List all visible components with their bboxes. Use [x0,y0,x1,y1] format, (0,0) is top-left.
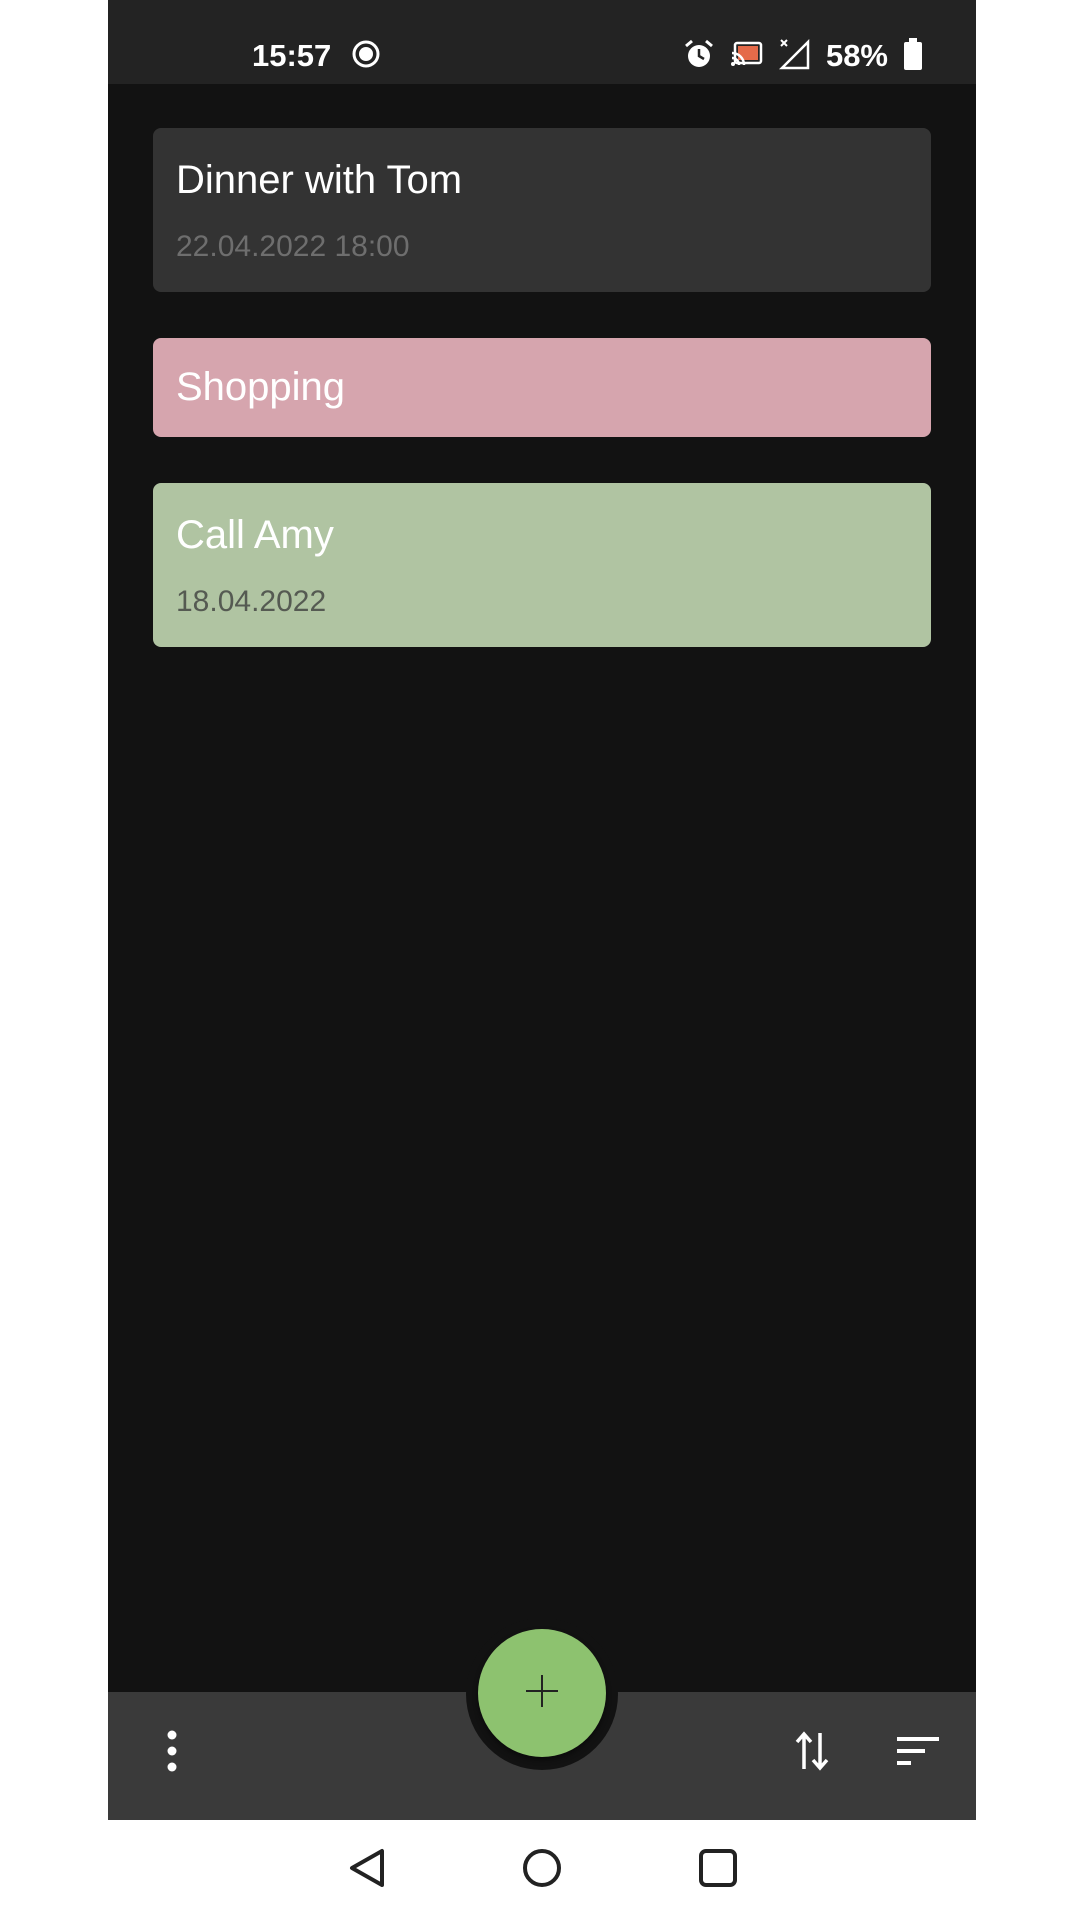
back-icon [346,1846,390,1895]
sort-order-button[interactable] [784,1725,840,1781]
add-task-button[interactable] [478,1629,606,1757]
sort-order-icon [794,1729,830,1778]
task-title: Call Amy [176,513,334,557]
status-left: 15:57 [252,36,381,76]
more-options-button[interactable] [144,1725,200,1781]
alarm-icon [682,37,716,76]
app-screen: 15:57 58% Dinner with Tom 22.04.2022 18:… [108,0,976,1820]
filter-button[interactable] [890,1725,946,1781]
task-date: 22.04.2022 18:00 [176,230,410,263]
filter-list-icon [896,1734,940,1773]
record-icon [351,39,381,74]
task-title: Dinner with Tom [176,158,463,202]
task-card[interactable]: Shopping [153,338,931,437]
home-icon [520,1846,564,1895]
cast-icon [730,39,764,74]
task-card[interactable]: Call Amy 18.04.2022 [153,483,931,647]
status-right: 58% [668,36,924,76]
status-time: 15:57 [252,38,332,73]
nav-back-button[interactable] [338,1840,398,1900]
nav-home-button[interactable] [512,1840,572,1900]
recents-icon [696,1846,740,1895]
signal-icon [778,37,812,76]
battery-percent: 58% [825,38,888,73]
task-card[interactable]: Dinner with Tom 22.04.2022 18:00 [153,128,931,292]
system-nav-bar [0,1820,1080,1920]
more-vert-icon [162,1729,182,1778]
nav-recents-button[interactable] [688,1840,748,1900]
task-title: Shopping [176,365,346,409]
battery-icon [902,37,924,76]
add-icon [524,1673,560,1714]
status-bar: 15:57 58% [108,0,976,84]
task-date: 18.04.2022 [176,585,327,618]
